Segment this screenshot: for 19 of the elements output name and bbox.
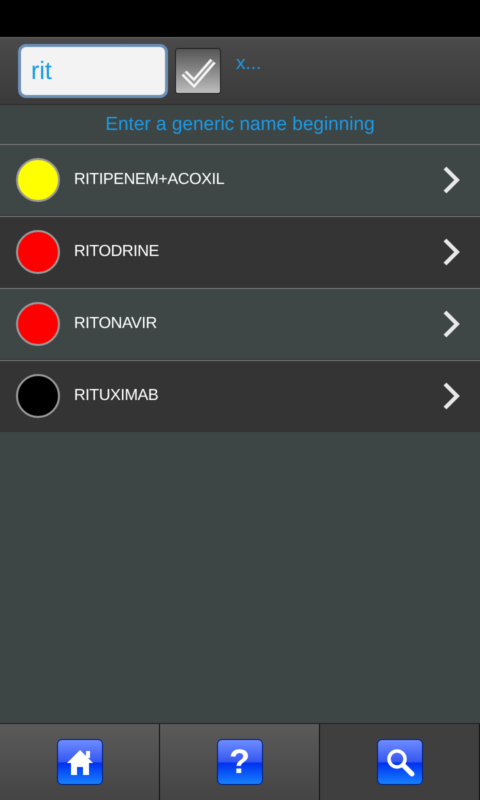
- result-row[interactable]: RITODRINE: [0, 216, 480, 288]
- checkbox[interactable]: [175, 48, 221, 94]
- chevron-icon: [442, 165, 460, 195]
- drug-name: RITODRINE: [74, 243, 160, 261]
- tab-button[interactable]: ?: [160, 724, 320, 800]
- search-icon: [376, 739, 422, 785]
- tab-button[interactable]: [0, 724, 160, 800]
- result-row[interactable]: RITUXIMAB: [0, 360, 480, 432]
- chevron-icon: [442, 381, 460, 411]
- help-icon: ?: [216, 739, 262, 785]
- result-row[interactable]: RITONAVIR: [0, 288, 480, 360]
- result-row[interactable]: RITIPENEM+ACOXIL: [0, 144, 480, 216]
- home-icon: [56, 739, 102, 785]
- tab-button[interactable]: [320, 724, 480, 800]
- drug-name: RITONAVIR: [74, 315, 158, 333]
- chevron-icon: [442, 237, 460, 267]
- drug-name: RITIPENEM+ACOXIL: [74, 171, 226, 189]
- drug-name: RITUXIMAB: [74, 387, 160, 405]
- chevron-icon: [442, 309, 460, 339]
